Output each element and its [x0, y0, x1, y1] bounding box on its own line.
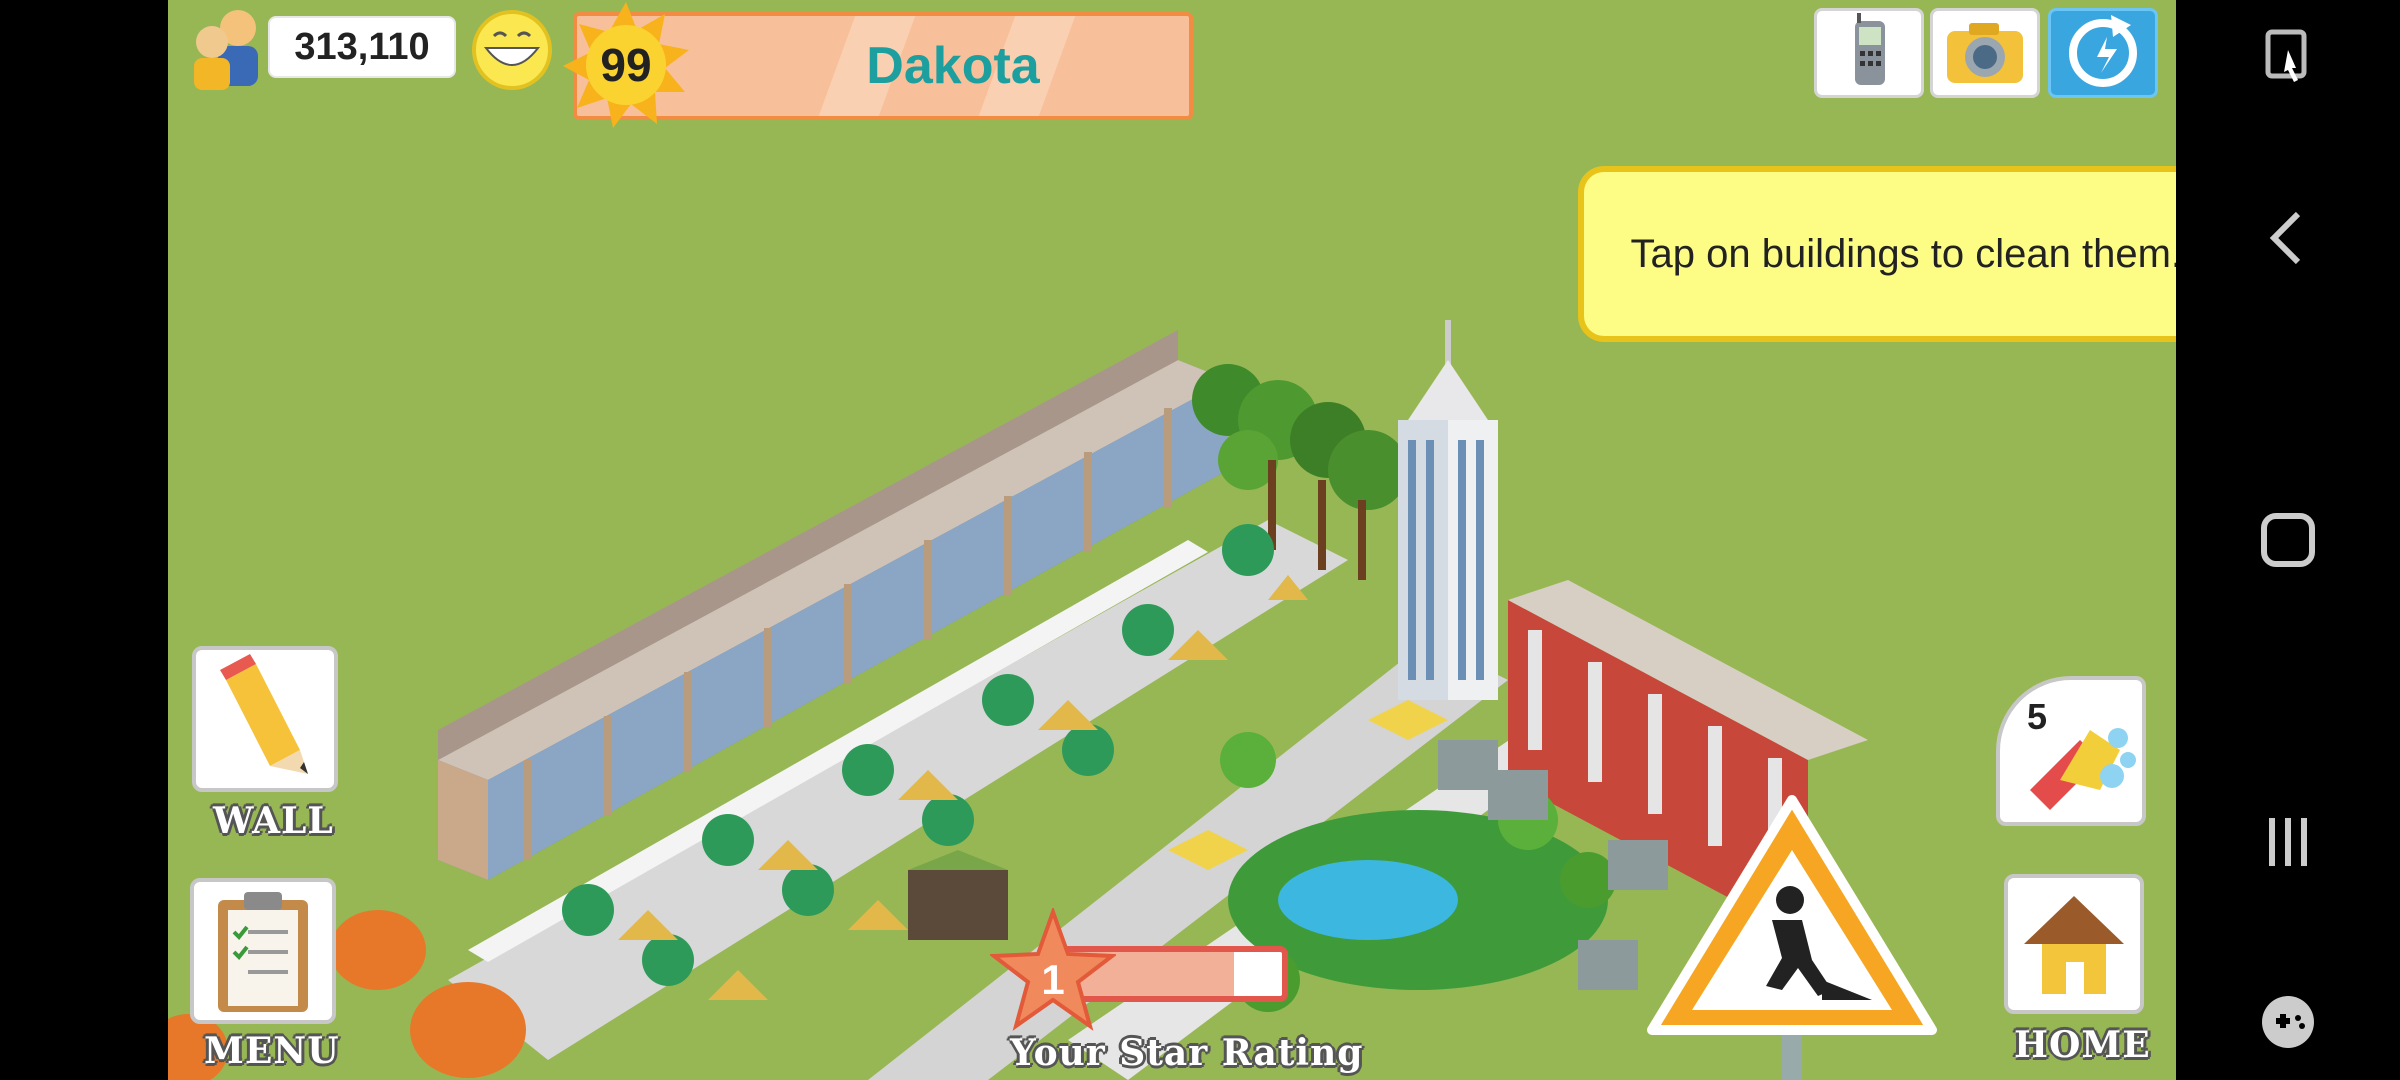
recents-icon[interactable]: [2238, 792, 2338, 892]
smiley-icon[interactable]: [470, 8, 554, 92]
camera-icon: [1947, 23, 2023, 83]
camera-button[interactable]: [1930, 8, 2040, 98]
hint-tooltip: Tap on buildings to clean them.: [1578, 166, 2176, 342]
population-counter: 313,110: [268, 16, 456, 78]
home-label: HOME: [2014, 1024, 2151, 1066]
menu-label: MENU: [204, 1030, 340, 1072]
level-number: 99: [600, 39, 652, 91]
wall-button[interactable]: [192, 646, 338, 792]
refresh-icon: [2069, 15, 2137, 87]
phone-button[interactable]: [1814, 8, 1924, 98]
star-rating-value: 1: [1041, 956, 1065, 1003]
skyscraper[interactable]: [1398, 320, 1498, 700]
touch-lock-icon[interactable]: [2238, 6, 2338, 106]
home-nav-icon[interactable]: [2238, 490, 2338, 590]
wall-label: WALL: [213, 800, 334, 842]
soap-sponge-icon: [2030, 728, 2136, 810]
construction-sign-icon[interactable]: [1642, 790, 1942, 1080]
star-rating-badge: 1: [988, 906, 1118, 1034]
pencil-icon: [220, 654, 308, 774]
back-icon[interactable]: [2238, 188, 2338, 288]
menu-button[interactable]: [190, 878, 336, 1024]
people-icon: [194, 10, 258, 90]
home-button[interactable]: [2004, 874, 2144, 1014]
star-rating-label: Your Star Rating: [1010, 1032, 1364, 1074]
phone-icon: [1855, 13, 1885, 85]
game-tools-icon[interactable]: [2238, 972, 2338, 1072]
refresh-button[interactable]: [2048, 8, 2158, 98]
system-nav-bar: [2176, 0, 2400, 1080]
game-viewport[interactable]: 313,110 Dakota 99 Tap on buildings to cl…: [168, 0, 2176, 1080]
house-icon: [2024, 896, 2124, 994]
pond: [1278, 860, 1458, 940]
level-badge: 99: [561, 0, 691, 130]
clean-button[interactable]: 5: [1996, 676, 2146, 826]
clipboard-icon: [218, 892, 308, 1012]
